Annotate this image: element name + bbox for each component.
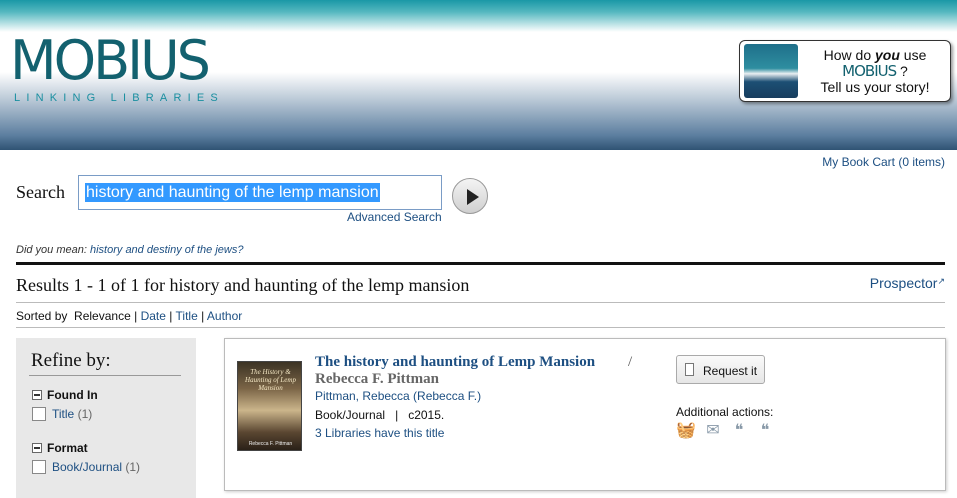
record-author: Rebecca F. Pittman [315,371,439,387]
external-link-icon: ↗ [937,276,945,286]
book-cover[interactable]: The History & Haunting of Lemp Mansion R… [237,361,302,451]
divider [16,327,945,328]
request-button[interactable]: Request it [676,355,765,384]
cover-title: The History & Haunting of Lemp Mansion [245,368,296,392]
refine-sidebar: Refine by: Found In Title (1) Format Boo… [16,338,196,498]
promo-banner[interactable]: How do you use MOBIUS ? Tell us your sto… [739,40,951,102]
promo-image [744,44,798,98]
search-label: Search [16,182,65,202]
sort-date-link[interactable]: Date [141,309,166,323]
divider [16,302,945,303]
checkbox[interactable] [32,407,46,421]
did-you-mean: Did you mean: history and destiny of the… [16,244,244,256]
collapse-icon[interactable] [32,390,42,400]
mobius-logo[interactable]: MOBIUS LINKING LIBRARIES [10,30,260,110]
refine-title: Refine by: [31,350,111,371]
facet-item-book-journal[interactable]: Book/Journal (1) [32,460,140,474]
search-submit-button[interactable] [452,178,488,214]
cover-author: Rebecca F. Pittman [248,441,293,447]
additional-actions-label: Additional actions: [676,405,774,419]
book-cart-link[interactable]: My Book Cart (0 items) [822,155,945,169]
divider [16,262,945,265]
search-input-value: history and haunting of the lemp mansion [85,183,380,202]
request-label: Request it [703,364,758,378]
cite-icon[interactable]: ❝ [756,423,774,439]
sort-current: Relevance [74,309,131,323]
divider [29,375,181,376]
logo-subtitle: LINKING LIBRARIES [14,92,224,104]
prospector-link[interactable]: Prospector↗ [870,275,945,291]
result-record: The History & Haunting of Lemp Mansion R… [224,338,946,491]
record-format: Book/Journal | c2015. [315,408,445,422]
suggestion-link[interactable]: history and destiny of the jews? [90,244,243,256]
facet-format[interactable]: Format [32,441,88,455]
record-title-link[interactable]: The history and haunting of Lemp Mansion [315,354,595,371]
facet-item-title[interactable]: Title (1) [32,407,92,421]
email-icon[interactable]: ✉ [704,423,722,439]
author-link[interactable]: Pittman, Rebecca (Rebecca F.) [315,389,481,403]
facet-found-in[interactable]: Found In [32,388,98,402]
results-summary: Results 1 - 1 of 1 for history and haunt… [16,275,470,295]
advanced-search-link[interactable]: Advanced Search [347,210,442,224]
cite-icon[interactable]: ❝ [730,423,748,439]
sort-title-link[interactable]: Title [176,309,198,323]
title-separator: / [628,354,633,370]
collapse-icon[interactable] [32,443,42,453]
promo-text: How do you use MOBIUS ? Tell us your sto… [820,47,930,95]
logo-text: MOBIUS [10,29,211,92]
site-header: MOBIUS LINKING LIBRARIES How do you use … [0,0,957,150]
bookmark-icon [685,363,694,376]
sort-bar: Sorted by Relevance | Date | Title | Aut… [16,309,243,323]
sort-author-link[interactable]: Author [207,309,242,323]
search-input[interactable]: history and haunting of the lemp mansion [78,175,442,210]
basket-icon[interactable]: 🧺 [676,423,696,439]
libraries-link[interactable]: 3 Libraries have this title [315,426,444,440]
checkbox[interactable] [32,460,46,474]
